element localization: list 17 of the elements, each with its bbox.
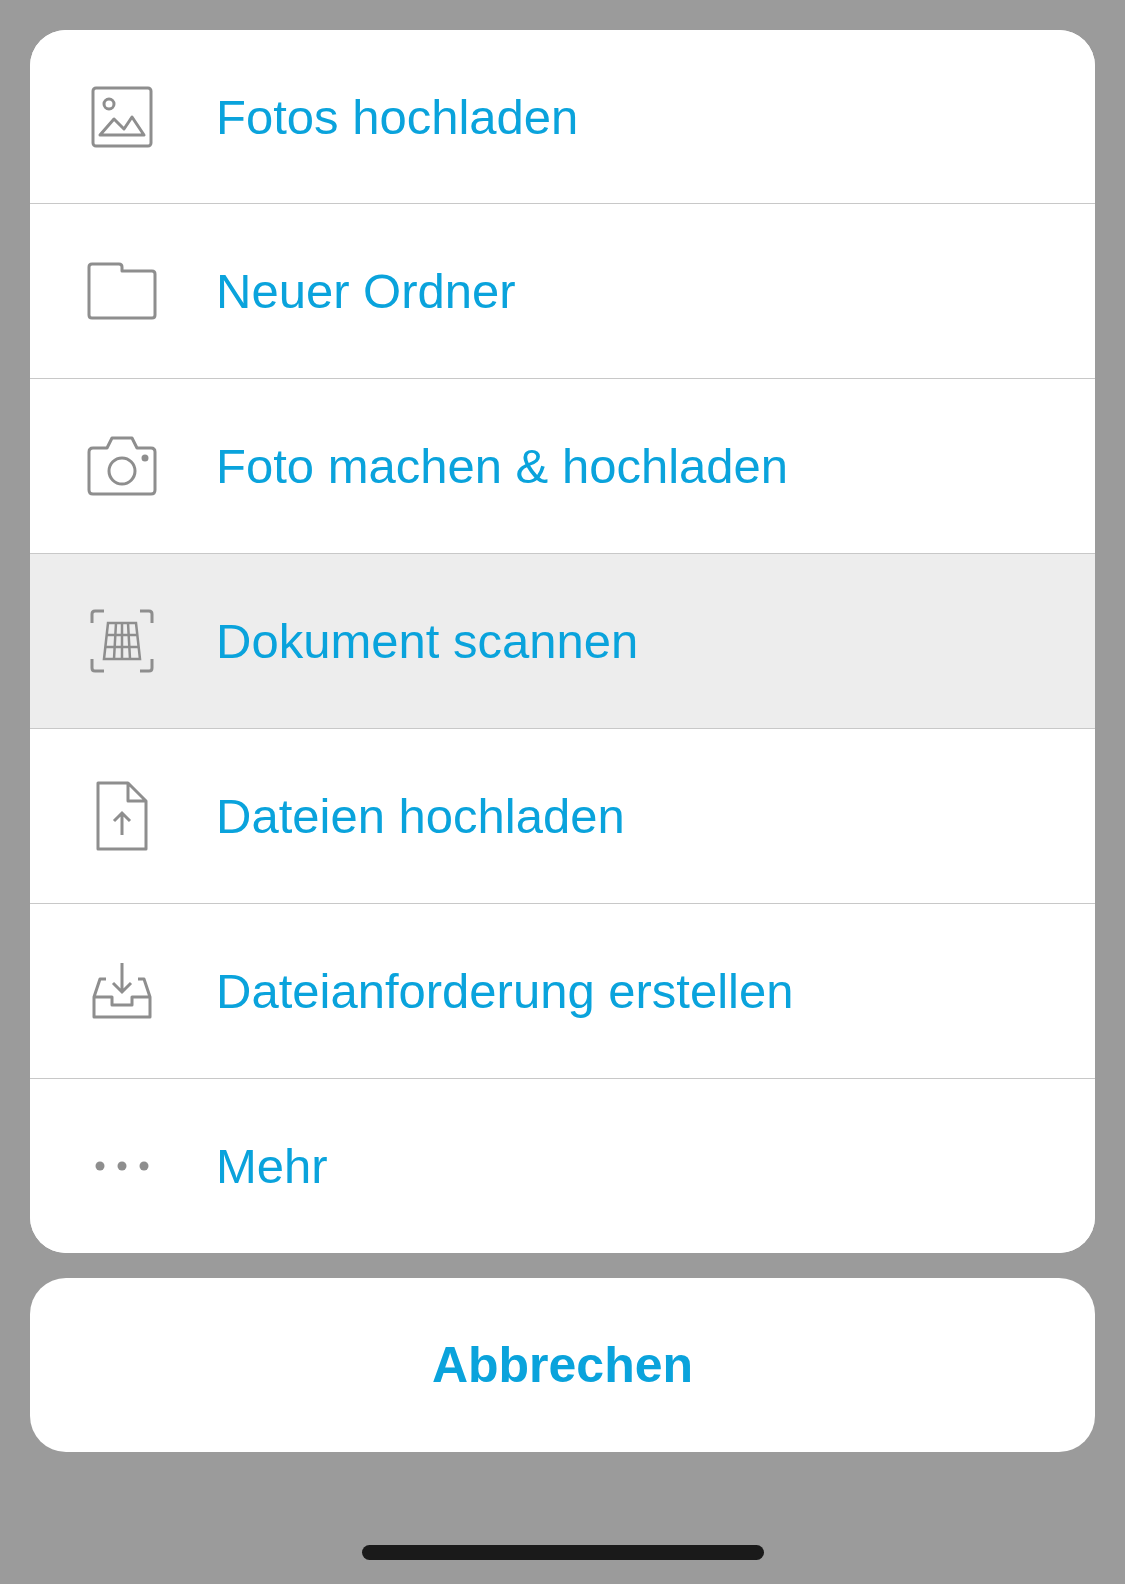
menu-item[interactable]: Dokument scannen: [30, 553, 1095, 728]
menu-item-label: Neuer Ordner: [216, 263, 516, 319]
menu-item-label: Dokument scannen: [216, 613, 639, 669]
file-upload-icon: [96, 781, 148, 851]
cancel-button[interactable]: Abbrechen: [30, 1278, 1095, 1452]
more-icon: [95, 1160, 149, 1172]
menu-item-label: Dateien hochladen: [216, 788, 625, 844]
folder-icon: [87, 262, 157, 320]
menu-item-label: Fotos hochladen: [216, 88, 579, 145]
document-scan-icon: [90, 609, 154, 673]
menu-item-label: Dateianforderung erstellen: [216, 963, 794, 1019]
menu-item-label: Mehr: [216, 1138, 328, 1194]
inbox-download-icon: [92, 961, 152, 1021]
menu-item-label: Foto machen & hochladen: [216, 438, 789, 494]
image-icon: [90, 84, 154, 149]
menu-item[interactable]: Mehr: [30, 1078, 1095, 1253]
camera-icon: [87, 436, 157, 496]
